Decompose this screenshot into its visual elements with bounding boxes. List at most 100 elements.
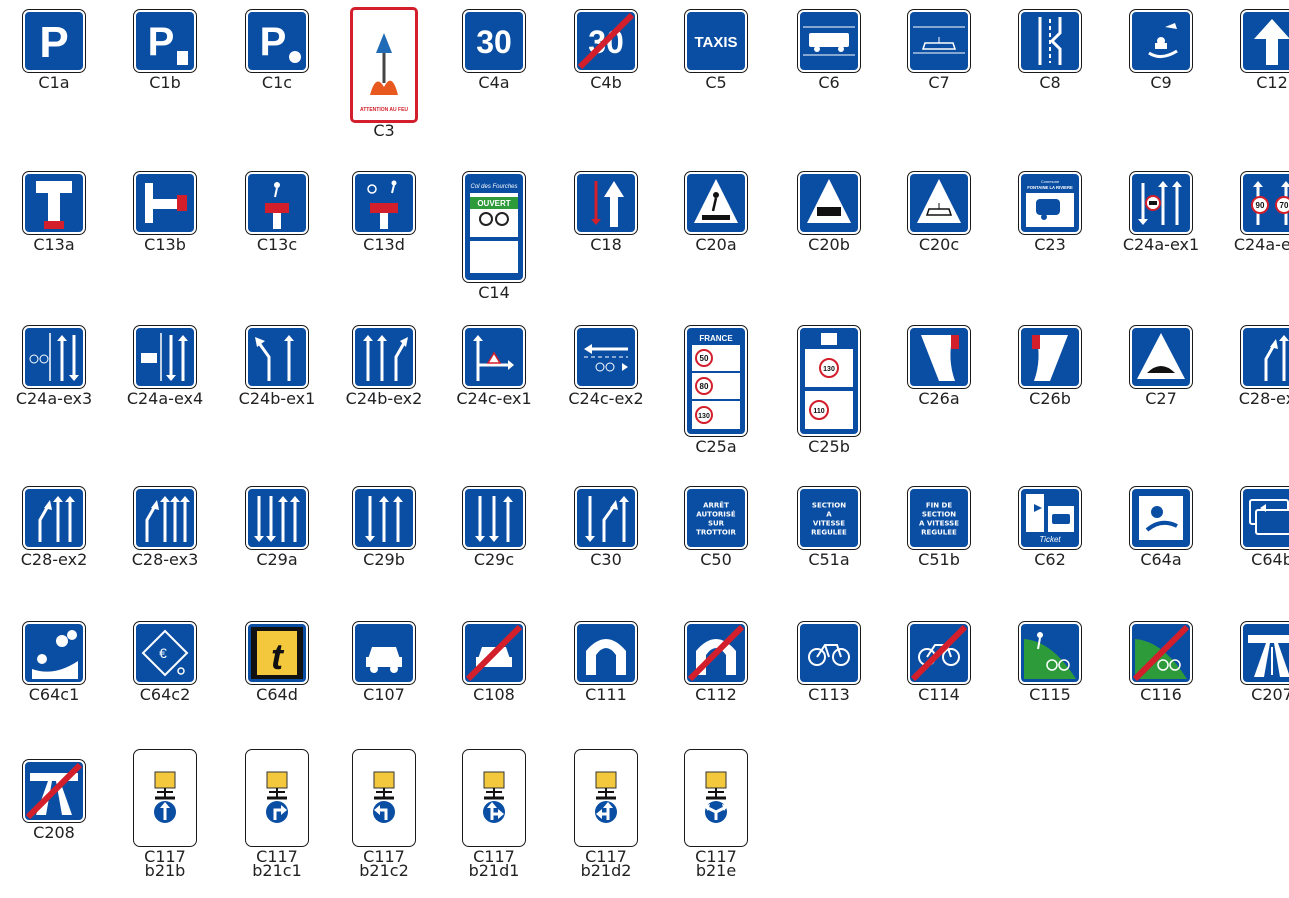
sign-cell: C7 [889,9,989,91]
motorway-icon [1240,621,1289,685]
hazmat-straight-left-icon [574,749,638,847]
hazmat-left-icon [352,749,416,847]
sign-label: C26b [1029,389,1071,408]
sign-cell: C30 [556,486,656,569]
sign-cell: € C64c2 [115,621,215,704]
sign-cell: C113 [779,621,879,703]
sign-cell: C13b [115,171,215,253]
svg-text:AUTORISÉ: AUTORISÉ [696,510,736,519]
sign-label: C1b [149,73,181,92]
svg-text:€: € [159,645,167,661]
sign-cell: C64b [1222,486,1289,569]
sign-cell: t C64d [227,621,327,703]
lane-speed-icon: 90 70 [1240,171,1289,235]
taxi-icon: TAXIS [684,9,748,73]
sign-label: C64a [1140,550,1182,569]
lay-by-icon [1018,9,1082,73]
svg-text:130: 130 [823,366,835,373]
sign-label: C108 [473,685,515,704]
sign-label: C20b [808,235,850,254]
sign-cell: C9 [1111,9,1211,91]
priority-over-oncoming-icon [574,171,638,235]
text-sign-icon: ARRÊT AUTORISÉ SUR TROTTOIR [684,486,748,550]
sign-cell: 130 110 C25b [779,325,879,456]
sign-cell: C64a [1111,486,1211,569]
toll-t-icon: t [245,621,309,685]
sign-cell: C28-ex2 [4,486,104,568]
svg-text:110: 110 [813,408,824,415]
sign-label: C62 [1034,550,1066,569]
sign-cell: C20a [666,171,766,253]
bike-contraflow-icon [574,325,638,389]
sign-cell: C27 [1111,325,1211,407]
end-motorway-icon [22,759,86,823]
dead-end-icon [22,171,86,235]
parking-meter-icon: P [245,9,309,73]
sign-cell: C116 [1111,621,1211,703]
sign-label: C114 [918,685,960,704]
sign-label: C64c2 [139,685,191,704]
sign-cell: C13d [334,171,434,254]
sign-cell: C29b [334,486,434,569]
pass-status-icon: Col des Fourches OUVERT [462,171,526,283]
dead-end-pedestrian-icon [245,171,309,235]
toll-telepeage-icon: € [133,621,197,685]
sign-label: C24b-ex2 [345,389,423,408]
svg-text:ARRÊT: ARRÊT [703,501,729,510]
sign-label: C208 [33,823,75,842]
toll-icon [1129,9,1193,73]
svg-text:REGULEE: REGULEE [811,529,847,537]
sign-cell: C112 [666,621,766,703]
sign-label: C25b [808,437,850,456]
camping-car-icon: Commune FONTAINE LA RIVIERE [1018,171,1082,235]
sign-label: C13c [256,235,298,254]
sign-label: C1c [261,73,293,92]
sign-label: C117 b21d2 [580,847,632,880]
sign-cell: ARRÊT AUTORISÉ SUR TROTTOIR C50 [666,486,766,568]
sign-cell: C117 b21c2 [334,749,434,879]
sign-cell: P C1a [4,9,104,91]
sign-cell: C64c1 [4,621,104,703]
sign-label: C3 [373,121,395,140]
speed-recommended-icon: 30 [462,9,526,73]
svg-text:SECTION: SECTION [922,511,956,519]
sign-cell: C28-ex1 [1222,325,1289,407]
hazmat-straight-right-icon [462,749,526,847]
lane-restriction-icon [1129,171,1193,235]
sign-cell: C24a-ex4 [115,325,215,407]
parking-icon: P [22,9,86,73]
sign-cell: Commune FONTAINE LA RIVIERE C23 [1000,171,1100,253]
sign-label: C25a [695,437,737,456]
parking-disc-icon: P [133,9,197,73]
sign-label: C29b [363,550,405,569]
sign-label: C30 [590,550,622,569]
svg-text:TAXIS: TAXIS [694,34,737,51]
sign-label: C107 [363,685,405,704]
svg-text:t: t [271,636,285,677]
lane-config-c-icon [462,486,526,550]
sign-label: C13d [363,235,405,254]
tram-icon [907,9,971,73]
sign-label: C24a-ex1 [1122,235,1200,254]
end-tunnel-icon [684,621,748,685]
sign-label: C14 [478,283,510,302]
sign-cell: FRANCE 50 80 130 C25a [666,325,766,456]
svg-text:130: 130 [698,413,710,420]
sign-cell: C24b-ex1 [227,325,327,407]
motorway-speed-limits-icon: 130 110 [797,325,861,437]
sign-cell: C117 b21e [666,749,766,879]
sign-cell: Ticket C62 [1000,486,1100,569]
speed-bump-icon [1129,325,1193,389]
svg-text:80: 80 [700,382,709,391]
sign-cell: C26a [889,325,989,407]
sign-label: C64b [1251,550,1289,569]
sign-label: C111 [585,685,627,704]
svg-text:SECTION: SECTION [812,502,846,510]
end-speed-recommended-icon: 30 [574,9,638,73]
svg-text:P: P [39,18,68,67]
svg-text:VITESSE: VITESSE [813,520,845,528]
sign-label: C18 [590,235,622,254]
svg-text:70: 70 [1280,201,1289,210]
svg-text:FONTAINE LA RIVIERE: FONTAINE LA RIVIERE [1027,185,1073,190]
svg-text:FIN DE: FIN DE [926,502,952,510]
